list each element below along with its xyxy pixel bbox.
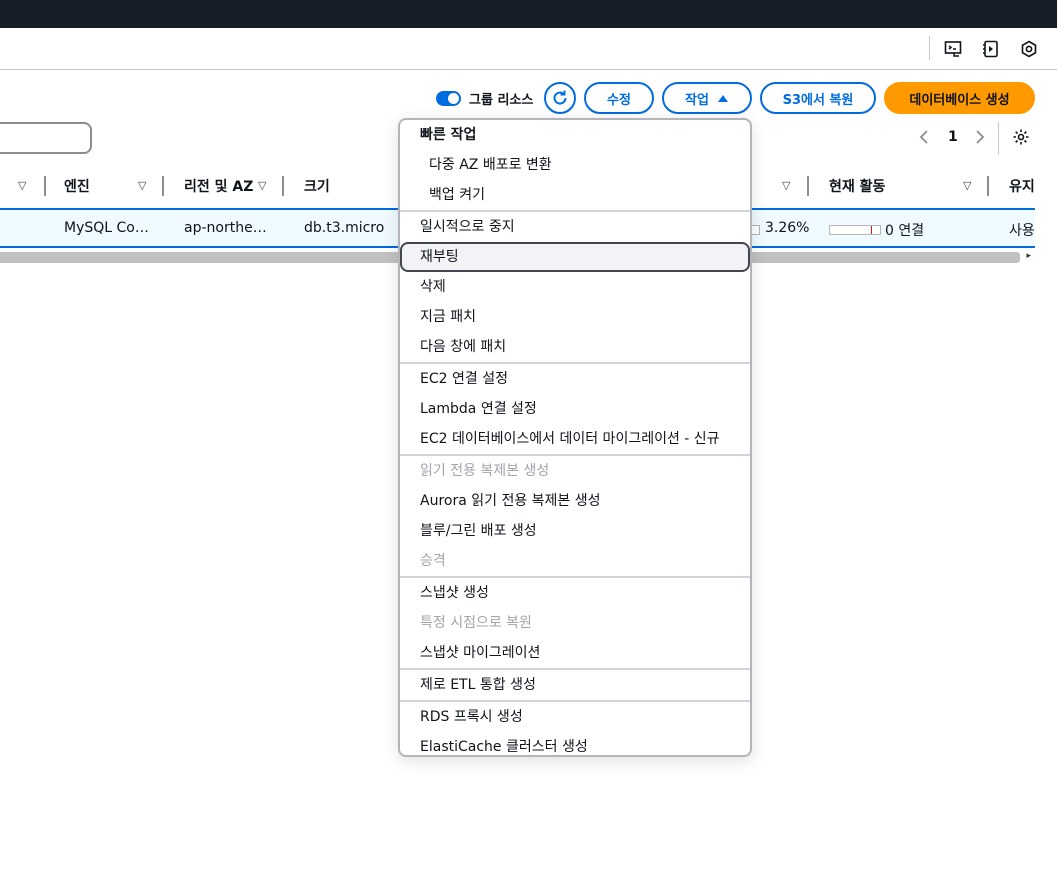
cell-size: db.t3.micro <box>304 220 385 236</box>
cell-engine: MySQL Co… <box>64 220 149 236</box>
gear-icon <box>1013 129 1029 145</box>
scroll-right-arrow-icon[interactable]: ▸ <box>1026 251 1031 261</box>
console-sub-bar <box>0 28 1057 70</box>
menu-item-1-2[interactable]: 삭제 <box>400 272 750 302</box>
menu-item-6-1[interactable]: ElastiCache 클러스터 생성 <box>400 732 750 755</box>
group-resources-label: 그룹 리소스 <box>469 93 534 108</box>
menu-item-3-2[interactable]: 블루/그린 배포 생성 <box>400 516 750 546</box>
actions-button[interactable]: 작업 <box>662 82 752 114</box>
menu-group: RDS 프록시 생성 ElastiCache 클러스터 생성 <box>400 702 750 755</box>
menu-item-3-3: 승격 <box>420 553 446 569</box>
column-header-maintenance[interactable]: 유지 <box>1009 176 1035 196</box>
sort-caret-icon[interactable]: ▽ <box>138 179 146 192</box>
column-divider[interactable] <box>807 176 809 196</box>
column-divider[interactable] <box>282 176 284 196</box>
header-divider <box>929 36 930 60</box>
modify-label: 수정 <box>607 92 631 108</box>
menu-item-1-4[interactable]: 다음 창에 패치 <box>400 332 750 362</box>
menu-section-header: 빠른 작업 <box>420 127 477 143</box>
actions-dropdown-menu: 빠른 작업다중 AZ 배포로 변환 백업 켜기 일시적으로 중지 재부팅 삭제 지금 패치… <box>398 118 752 757</box>
refresh-button[interactable] <box>544 82 576 114</box>
menu-item-5-0[interactable]: 제로 ETL 통합 생성 <box>400 670 750 700</box>
menu-item-3-0: 읽기 전용 복제본 생성 <box>420 463 550 479</box>
menu-group: EC2 연결 설정 Lambda 연결 설정 EC2 데이터베이스에서 데이터 마이… <box>400 364 750 456</box>
cloudshell-icon[interactable] <box>943 39 963 59</box>
current-page-number[interactable]: 1 <box>948 129 958 145</box>
filter-input[interactable] <box>0 122 92 154</box>
create-database-label: 데이터베이스 생성 <box>909 92 1010 108</box>
connections-bar <box>829 225 881 235</box>
column-divider[interactable] <box>162 176 164 196</box>
menu-item-4-2[interactable]: 스냅샷 마이그레이션 <box>400 638 750 668</box>
settings-hex-icon[interactable] <box>1019 39 1039 59</box>
menu-group: 읽기 전용 복제본 생성 Aurora 읽기 전용 복제본 생성 블루/그린 배포 … <box>400 456 750 578</box>
menu-item-4-0[interactable]: 스냅샷 생성 <box>400 578 750 608</box>
refresh-icon <box>553 90 567 105</box>
sort-caret-icon[interactable]: ▽ <box>18 179 26 192</box>
menu-item-2-1[interactable]: Lambda 연결 설정 <box>400 394 750 424</box>
previous-page-button[interactable] <box>918 128 930 150</box>
menu-item-6-0[interactable]: RDS 프록시 생성 <box>400 702 750 732</box>
menu-item-2-2[interactable]: EC2 데이터베이스에서 데이터 마이그레이션 - 신규 <box>400 424 750 454</box>
cell-current-activity: 0 연결 <box>885 223 925 239</box>
sort-caret-icon[interactable]: ▽ <box>782 179 790 192</box>
menu-item-0-2[interactable]: 백업 켜기 <box>400 180 750 210</box>
menu-group: 빠른 작업다중 AZ 배포로 변환 백업 켜기 <box>400 120 750 212</box>
column-divider[interactable] <box>987 176 989 196</box>
column-header-engine[interactable]: 엔진 <box>64 176 90 196</box>
chevron-right-icon <box>976 130 985 144</box>
menu-item-1-0[interactable]: 일시적으로 중지 <box>400 212 750 242</box>
column-header-region[interactable]: 리전 및 AZ <box>184 176 253 196</box>
console-top-bar <box>0 0 1057 28</box>
chevron-left-icon <box>919 130 928 144</box>
menu-item-4-1: 특정 시점으로 복원 <box>420 615 532 631</box>
menu-item-1-1[interactable]: 재부팅 <box>400 242 750 272</box>
menu-item-1-3[interactable]: 지금 패치 <box>400 302 750 332</box>
cell-region: ap-northe… <box>184 220 267 236</box>
next-page-button[interactable] <box>974 128 986 150</box>
column-header-size[interactable]: 크기 <box>304 176 330 196</box>
table-preferences-button[interactable] <box>1012 128 1030 150</box>
column-divider[interactable] <box>44 176 46 196</box>
actions-label: 작업 <box>685 92 709 108</box>
column-header-current-activity[interactable]: 현재 활동 <box>829 176 885 196</box>
pager-divider <box>998 122 999 154</box>
restore-from-s3-button[interactable]: S3에서 복원 <box>760 82 876 114</box>
group-resources-toggle[interactable]: 그룹 리소스 <box>436 89 533 108</box>
cpu-usage-bar <box>752 225 760 235</box>
toggle-switch[interactable] <box>436 91 461 106</box>
menu-group: 제로 ETL 통합 생성 <box>400 670 750 702</box>
restore-s3-label: S3에서 복원 <box>782 92 854 108</box>
create-database-button[interactable]: 데이터베이스 생성 <box>884 82 1035 114</box>
cell-maintenance: 사용 <box>1009 223 1035 239</box>
sort-caret-icon[interactable]: ▽ <box>258 179 266 192</box>
menu-group: 스냅샷 생성특정 시점으로 복원스냅샷 마이그레이션 <box>400 578 750 670</box>
menu-group: 일시적으로 중지 재부팅 삭제 지금 패치 다음 창에 패치 <box>400 212 750 364</box>
menu-item-0-1[interactable]: 다중 AZ 배포로 변환 <box>400 150 750 180</box>
sort-caret-icon[interactable]: ▽ <box>963 179 971 192</box>
menu-item-3-1[interactable]: Aurora 읽기 전용 복제본 생성 <box>400 486 750 516</box>
modify-button[interactable]: 수정 <box>584 82 654 114</box>
caret-up-icon <box>717 95 728 102</box>
notifications-panel-icon[interactable] <box>981 39 1001 59</box>
menu-item-2-0[interactable]: EC2 연결 설정 <box>400 364 750 394</box>
cell-cpu: 3.26% <box>765 220 810 236</box>
